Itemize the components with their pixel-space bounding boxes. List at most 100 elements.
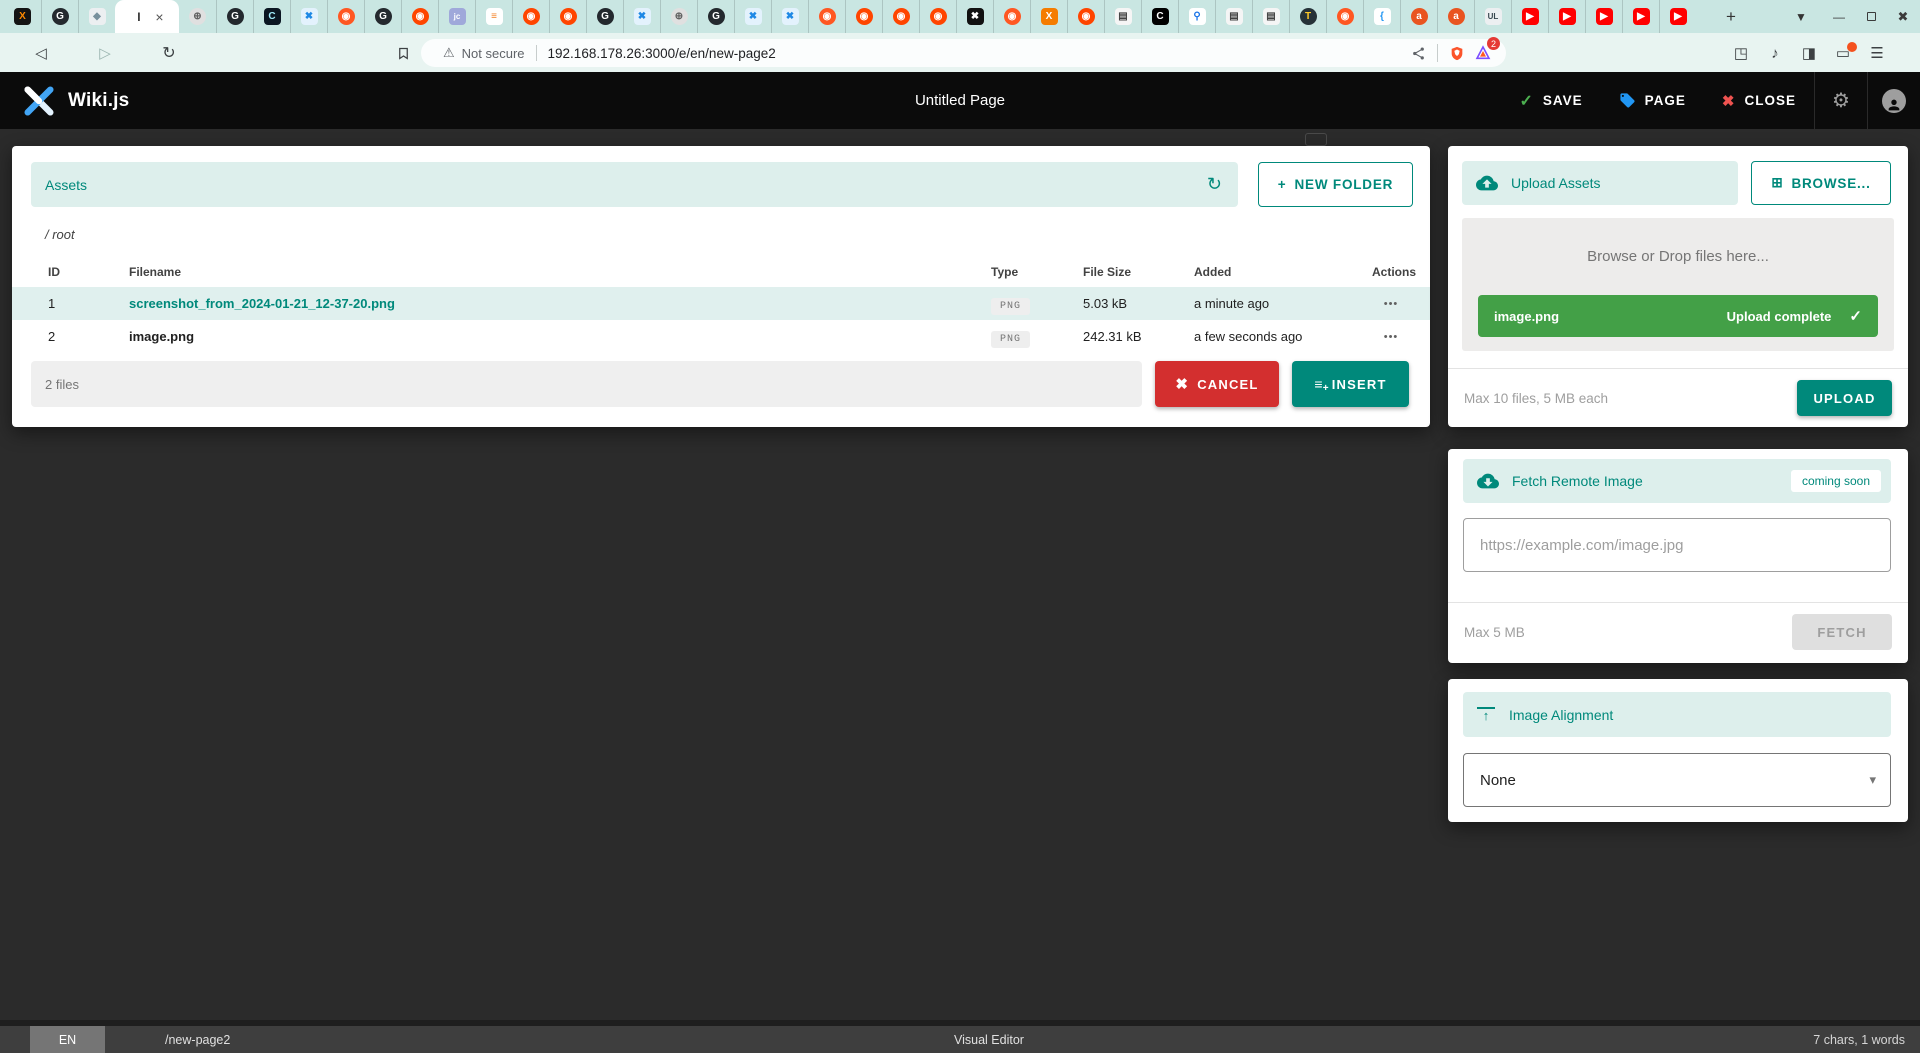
window-maximize-button[interactable] — [1858, 0, 1884, 33]
page-properties-button[interactable]: PAGE — [1601, 72, 1704, 129]
tab-search-chevron-icon[interactable]: ▼ — [1786, 0, 1816, 33]
sidebar-icon[interactable]: ◨ — [1798, 44, 1820, 62]
tab[interactable]: ✖ — [956, 0, 993, 33]
tab[interactable]: ◉ — [919, 0, 956, 33]
tab[interactable]: ⊕ — [660, 0, 697, 33]
fetch-button[interactable]: FETCH — [1792, 614, 1892, 650]
app-header: Wiki.js Untitled Page ✓ SAVE PAGE ✖ CLOS… — [0, 72, 1920, 129]
tab[interactable]: ◉ — [882, 0, 919, 33]
close-button[interactable]: ✖ CLOSE — [1704, 72, 1814, 129]
insert-button[interactable]: ≡+ INSERT — [1292, 361, 1409, 407]
tab[interactable]: ▤ — [1104, 0, 1141, 33]
save-button[interactable]: ✓ SAVE — [1501, 72, 1600, 129]
firefox-favicon: ◉ — [1337, 8, 1354, 25]
reddit-favicon: ◉ — [1078, 8, 1095, 25]
upload-footer: Max 10 files, 5 MB each UPLOAD — [1448, 369, 1908, 416]
upload-button[interactable]: UPLOAD — [1797, 380, 1892, 416]
share-icon[interactable] — [1405, 40, 1431, 66]
url-text: 192.168.178.26:3000/e/en/new-page2 — [548, 46, 1405, 61]
tab[interactable]: ◆ — [78, 0, 115, 33]
brave-shields-icon[interactable] — [1444, 40, 1470, 66]
alignment-select[interactable]: None ▾ — [1463, 753, 1891, 807]
tab[interactable]: a — [1437, 0, 1474, 33]
tab[interactable]: ▶ — [1622, 0, 1659, 33]
close-icon: ✖ — [1722, 92, 1736, 110]
cell-filename[interactable]: screenshot_from_2024-01-21_12-37-20.png — [129, 296, 991, 311]
tab[interactable]: ◉ — [1067, 0, 1104, 33]
tab[interactable]: ✖ — [734, 0, 771, 33]
media-tab-icon[interactable]: ▭ — [1832, 44, 1854, 62]
tab[interactable]: ◉ — [808, 0, 845, 33]
tab[interactable]: ◉ — [512, 0, 549, 33]
tab[interactable]: ≡ — [475, 0, 512, 33]
tab[interactable]: ▶ — [1511, 0, 1548, 33]
cell-actions[interactable]: ••• — [1372, 331, 1410, 343]
tab[interactable]: ▶ — [1659, 0, 1696, 33]
tab[interactable]: G — [586, 0, 623, 33]
tab[interactable]: ◉ — [401, 0, 438, 33]
tab[interactable]: ◉ — [1326, 0, 1363, 33]
window-close-button[interactable]: ✖ — [1890, 0, 1916, 33]
tab[interactable]: ▶ — [1585, 0, 1622, 33]
tab[interactable]: UL — [1474, 0, 1511, 33]
capcut-favicon: C — [264, 8, 281, 25]
tab[interactable]: C — [1141, 0, 1178, 33]
tab[interactable]: G — [41, 0, 78, 33]
remote-url-input[interactable] — [1463, 518, 1891, 572]
toolbar-right-icons: ◳ ♪ ◨ ▭ ☰ — [1730, 40, 1920, 66]
cancel-button[interactable]: ✖ CANCEL — [1155, 361, 1279, 407]
tab[interactable]: ✖ — [290, 0, 327, 33]
tab[interactable]: ▶ — [1548, 0, 1585, 33]
new-tab-button[interactable]: + — [1716, 0, 1746, 33]
tab[interactable]: C — [253, 0, 290, 33]
tab[interactable]: ⚲ — [1178, 0, 1215, 33]
back-button[interactable]: ◁ — [28, 40, 54, 66]
cloud-download-icon — [1477, 470, 1499, 492]
forward-button[interactable]: ▷ — [92, 40, 118, 66]
tab[interactable]: T — [1289, 0, 1326, 33]
tab[interactable]: G — [216, 0, 253, 33]
browse-button[interactable]: ⊞ BROWSE... — [1751, 161, 1891, 205]
new-folder-button[interactable]: + NEW FOLDER — [1258, 162, 1413, 207]
reload-button[interactable]: ↻ — [156, 40, 182, 66]
cell-filename[interactable]: image.png — [129, 329, 991, 344]
reddit-favicon: ◉ — [930, 8, 947, 25]
menu-icon[interactable]: ☰ — [1866, 44, 1888, 62]
tab[interactable]: ◉ — [845, 0, 882, 33]
tab[interactable]: X — [1030, 0, 1067, 33]
coming-soon-badge: coming soon — [1791, 470, 1881, 492]
tab[interactable]: ◉ — [549, 0, 586, 33]
tab-active[interactable]: I× — [115, 0, 179, 33]
table-row[interactable]: 1screenshot_from_2024-01-21_12-37-20.png… — [12, 287, 1430, 320]
cell-actions[interactable]: ••• — [1372, 298, 1410, 310]
tab[interactable]: ◉ — [327, 0, 364, 33]
tab[interactable]: ▤ — [1215, 0, 1252, 33]
tab[interactable]: ◉ — [993, 0, 1030, 33]
locale-chip[interactable]: EN — [30, 1026, 105, 1053]
mixer-favicon: ▤ — [1263, 8, 1280, 25]
tab[interactable]: G — [364, 0, 401, 33]
tab[interactable]: ⊕ — [179, 0, 216, 33]
media-note-icon[interactable]: ♪ — [1764, 45, 1786, 62]
tab[interactable]: ✖ — [771, 0, 808, 33]
extension-triangle-icon[interactable]: 2 — [1470, 40, 1496, 66]
bookmark-icon[interactable] — [390, 40, 416, 66]
tab[interactable]: X — [4, 0, 41, 33]
account-avatar[interactable] — [1868, 72, 1920, 129]
tab[interactable]: a — [1400, 0, 1437, 33]
xda-favicon: X — [14, 8, 31, 25]
tab-close-icon[interactable]: × — [155, 10, 163, 24]
table-row[interactable]: 2image.pngPNG242.31 kBa few seconds ago•… — [12, 320, 1430, 353]
tab[interactable]: ✖ — [623, 0, 660, 33]
window-minimize-button[interactable]: — — [1826, 0, 1852, 33]
upload-limit-label: Max 10 files, 5 MB each — [1464, 391, 1608, 406]
dropzone[interactable]: Browse or Drop files here... image.png U… — [1462, 218, 1894, 351]
tab[interactable]: ▤ — [1252, 0, 1289, 33]
refresh-icon[interactable]: ↻ — [1207, 174, 1222, 195]
extensions-puzzle-icon[interactable]: ◳ — [1730, 44, 1752, 62]
settings-gear-icon[interactable]: ⚙ — [1815, 72, 1867, 129]
address-bar[interactable]: ⚠ Not secure 192.168.178.26:3000/e/en/ne… — [421, 39, 1506, 67]
tab[interactable]: { — [1363, 0, 1400, 33]
tab[interactable]: jc — [438, 0, 475, 33]
tab[interactable]: G — [697, 0, 734, 33]
